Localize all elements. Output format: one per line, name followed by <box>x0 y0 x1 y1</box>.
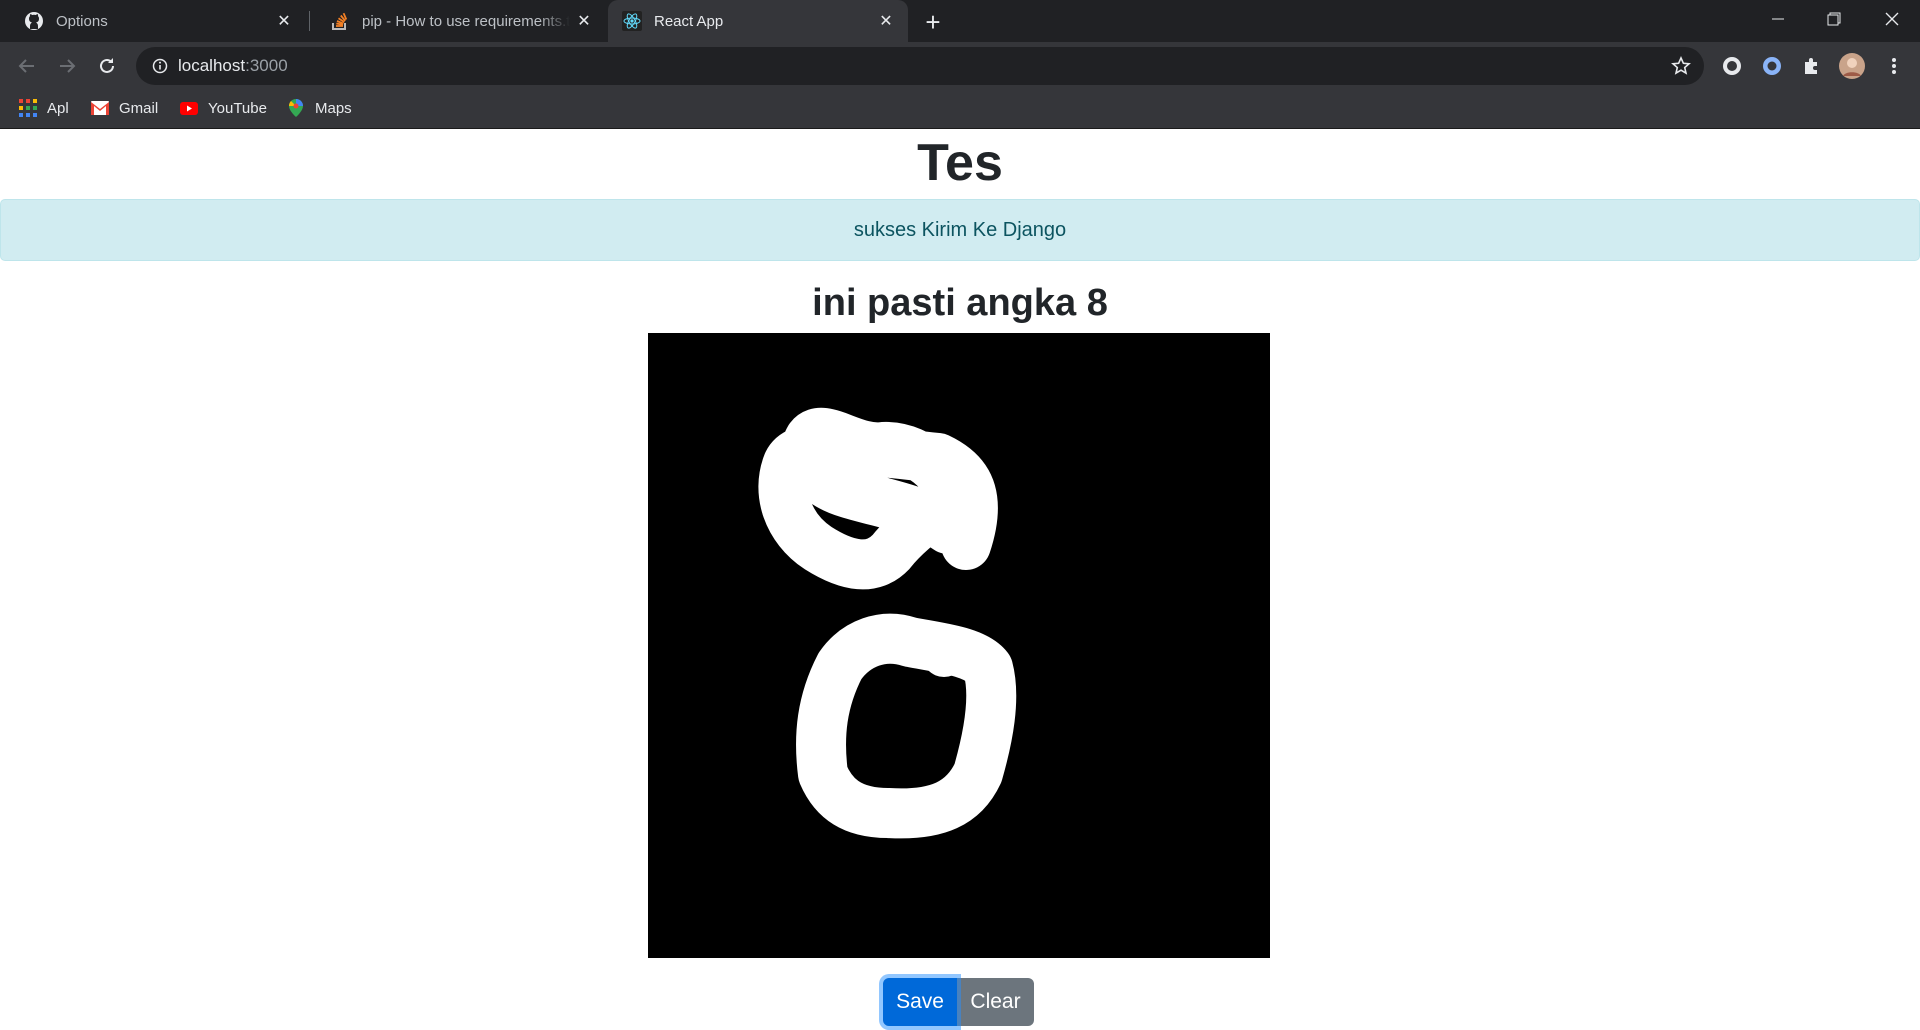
digit-stroke-lower-loop <box>796 613 1017 839</box>
youtube-icon <box>180 99 198 117</box>
bookmark-label: Apl <box>47 99 69 117</box>
maps-icon <box>287 99 305 117</box>
react-icon <box>622 11 642 31</box>
prediction-result: ini pasti angka 8 <box>812 282 1108 324</box>
more-menu-icon[interactable] <box>1880 52 1908 80</box>
forward-icon[interactable] <box>49 48 85 84</box>
github-icon <box>24 11 44 31</box>
stackoverflow-icon <box>330 11 350 31</box>
clear-button[interactable]: Clear <box>957 978 1034 1026</box>
minimize-icon[interactable] <box>1750 0 1806 38</box>
digit-stroke-crossing <box>922 633 966 677</box>
url-text: localhost:3000 <box>178 56 288 76</box>
address-bar[interactable]: localhost:3000 <box>136 47 1704 85</box>
puzzle-extensions-icon[interactable] <box>1798 52 1826 80</box>
bookmark-maps[interactable]: Maps <box>287 96 352 120</box>
drawing-canvas[interactable] <box>648 333 1270 958</box>
close-tab-icon[interactable]: ✕ <box>270 7 298 35</box>
restore-icon[interactable] <box>1806 0 1862 38</box>
bookmark-gmail[interactable]: Gmail <box>91 96 158 120</box>
success-alert: sukses Kirim Ke Django <box>0 199 1920 261</box>
bookmark-apps[interactable]: Apl <box>19 96 69 120</box>
profile-avatar-icon[interactable] <box>1838 52 1866 80</box>
bookmark-youtube[interactable]: YouTube <box>180 96 267 120</box>
new-tab-icon[interactable]: + <box>917 6 949 38</box>
bookmark-label: Maps <box>315 99 352 117</box>
bookmark-label: YouTube <box>208 99 267 117</box>
site-info-icon[interactable] <box>150 56 170 76</box>
handwritten-digit-drawing <box>758 407 1017 839</box>
tab-react-app[interactable]: React App ✕ <box>608 0 908 42</box>
tab-title: pip - How to use requirements.txt <box>362 12 570 30</box>
gmail-icon <box>91 99 109 117</box>
bookmark-star-icon[interactable] <box>1670 55 1692 77</box>
back-icon[interactable] <box>9 48 45 84</box>
reload-icon[interactable] <box>89 48 125 84</box>
tab-pip-requirements[interactable]: pip - How to use requirements.txt ✕ <box>306 0 606 42</box>
url-host: localhost <box>178 56 246 75</box>
tab-options[interactable]: Options ✕ <box>0 0 306 42</box>
close-window-icon[interactable] <box>1864 0 1920 38</box>
tab-title: React App <box>654 12 724 30</box>
tab-title: Options <box>56 12 108 30</box>
page-content: Tes sukses Kirim Ke Django ini pasti ang… <box>0 129 1920 1030</box>
url-port: :3000 <box>245 56 288 75</box>
apps-grid-icon <box>19 99 37 117</box>
bookmarks-bar: Apl Gmail YouTube Maps <box>0 92 1920 124</box>
digit-stroke-upper-loop <box>758 407 998 590</box>
extension-icon[interactable] <box>1718 52 1746 80</box>
close-tab-icon[interactable]: ✕ <box>872 7 900 35</box>
bookmark-label: Gmail <box>119 99 159 117</box>
canvas-button-group: Save Clear <box>883 978 1034 1026</box>
page-title: Tes <box>917 134 1003 192</box>
browser-toolbar: localhost:3000 Apl Gmail YouTube Maps <box>0 42 1920 128</box>
browser-tab-strip: Options ✕ pip - How to use requirements.… <box>0 0 1920 42</box>
extension-icon[interactable] <box>1758 52 1786 80</box>
save-button[interactable]: Save <box>883 978 957 1026</box>
close-tab-icon[interactable]: ✕ <box>570 7 598 35</box>
